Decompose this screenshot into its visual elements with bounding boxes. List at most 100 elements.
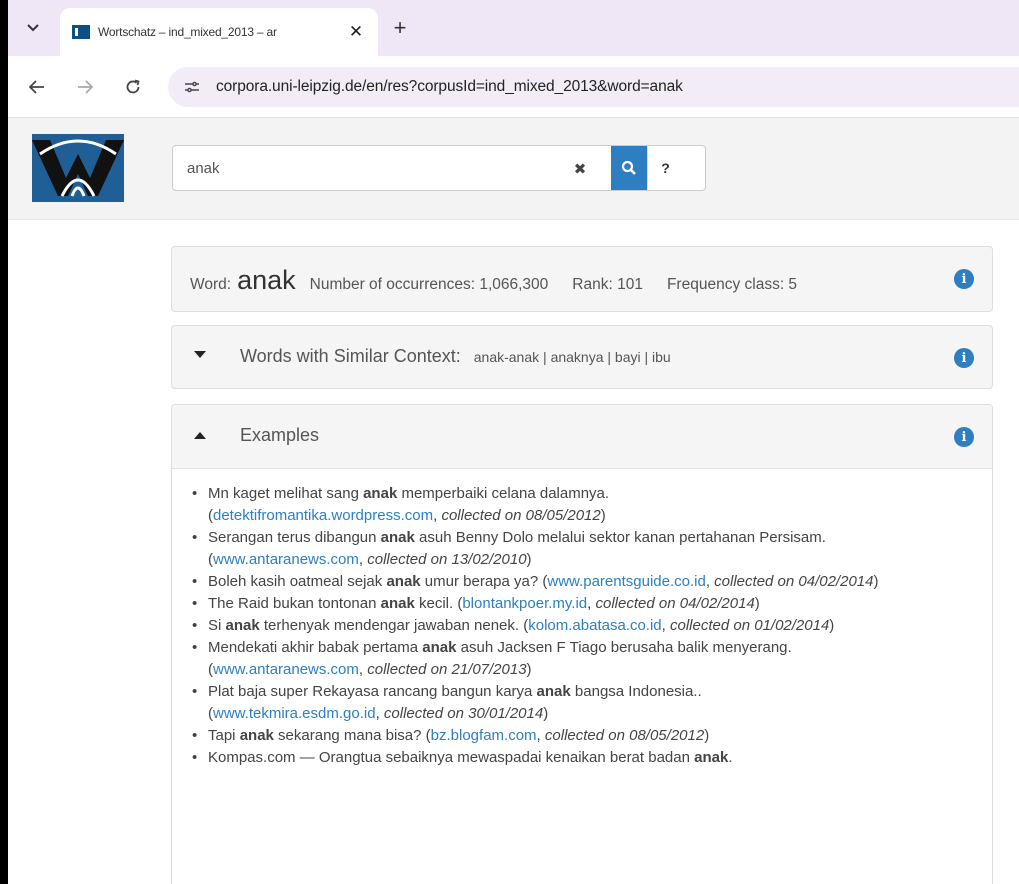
toolbar: corpora.uni-leipzig.de/en/res?corpusId=i…	[8, 56, 1019, 118]
highlighted-word: anak	[363, 485, 398, 502]
sentence-text: bangsa Indonesia..	[570, 683, 702, 700]
tab-title: Wortschatz – ind_mixed_2013 – ar	[98, 25, 277, 39]
similar-words-list: anak-anak | anaknya | bayi | ibu	[474, 349, 671, 365]
tab-close-icon[interactable]: ✕	[346, 22, 366, 42]
wortschatz-favicon-icon	[72, 25, 93, 39]
back-button[interactable]	[24, 74, 50, 100]
tab-search-button[interactable]	[18, 13, 48, 43]
sentence-text: Kompas.com — Orangtua sebaiknya mewaspad…	[208, 749, 695, 766]
collected-date: collected on 30/01/2014	[383, 705, 544, 722]
sentence-text: Si	[208, 617, 226, 634]
examples-panel: Examples i Mn kaget melihat sang anak me…	[171, 404, 993, 884]
sentence-text: kecil.	[414, 595, 454, 612]
highlighted-word: anak	[225, 617, 260, 634]
search-icon	[621, 160, 636, 175]
occurrences-count: Number of occurrences: 1,066,300	[309, 276, 549, 293]
address-bar[interactable]: corpora.uni-leipzig.de/en/res?corpusId=i…	[168, 67, 1019, 107]
sentence-text: asuh Benny Dolo melalui sektor kanan per…	[414, 529, 826, 546]
help-button[interactable]: ?	[647, 146, 683, 190]
info-icon[interactable]: i	[954, 348, 974, 368]
example-sentence: Plat baja super Rekayasa rancang bangun …	[190, 681, 974, 725]
sentence-text: Mendekati akhir babak pertama	[208, 639, 423, 656]
source-link[interactable]: www.tekmira.esdm.go.id	[213, 705, 376, 722]
active-tab[interactable]: Wortschatz – ind_mixed_2013 – ar ✕	[60, 8, 378, 56]
info-icon[interactable]: i	[954, 269, 974, 289]
collected-date: collected on 04/02/2014	[595, 595, 755, 612]
similar-context-label: Words with Similar Context:	[240, 346, 461, 366]
search-input[interactable]	[173, 146, 609, 190]
forward-button[interactable]	[72, 74, 98, 100]
collected-date: collected on 21/07/2013	[367, 661, 527, 678]
clear-search-icon[interactable]: ✖	[569, 158, 591, 180]
url-text: corpora.uni-leipzig.de/en/res?corpusId=i…	[216, 78, 683, 95]
example-sentence: Si anak terhenyak mendengar jawaban nene…	[190, 615, 974, 637]
rank-value: Rank: 101	[572, 276, 643, 293]
arrow-left-icon	[29, 80, 44, 94]
source-link[interactable]: www.antaranews.com	[213, 551, 359, 568]
source-link[interactable]: www.antaranews.com	[213, 661, 359, 678]
sentence-text: sekarang mana bisa?	[273, 727, 422, 744]
highlighted-word: anak	[380, 529, 415, 546]
info-icon[interactable]: i	[954, 427, 974, 447]
highlighted-word: anak	[536, 683, 571, 700]
sentence-text: Mn kaget melihat sang	[208, 485, 364, 502]
sentence-text: umur berapa ya?	[420, 573, 539, 590]
source-link[interactable]: bz.blogfam.com	[431, 727, 537, 744]
site-info-icon[interactable]	[180, 75, 204, 99]
reload-button[interactable]	[120, 74, 146, 100]
examples-list: Mn kaget melihat sang anak memperbaiki c…	[172, 469, 992, 769]
collected-date: collected on 04/02/2014	[714, 573, 874, 590]
tab-strip: Wortschatz – ind_mixed_2013 – ar ✕ +	[8, 0, 1019, 56]
similar-word-link[interactable]: ibu	[652, 349, 671, 365]
site-header: ✖ ?	[8, 118, 1019, 220]
example-sentence: Kompas.com — Orangtua sebaiknya mewaspad…	[190, 747, 974, 769]
sentence-text: Serangan terus dibangun	[208, 529, 381, 546]
word-heading: anak	[237, 265, 296, 295]
search-box: ✖ ?	[172, 145, 706, 191]
search-button[interactable]	[611, 146, 647, 190]
similar-word-link[interactable]: anaknya	[551, 349, 604, 365]
highlighted-word: anak	[694, 749, 729, 766]
sentence-text: Tapi	[208, 727, 240, 744]
sentence-text: The Raid bukan tontonan	[208, 595, 381, 612]
word-label: Word:	[190, 276, 232, 293]
wortschatz-logo[interactable]	[32, 134, 124, 202]
word-summary: Word: anak Number of occurrences: 1,066,…	[190, 265, 821, 296]
sentence-text: Boleh kasih oatmeal sejak	[208, 573, 387, 590]
sentence-text: terhenyak mendengar jawaban nenek.	[259, 617, 520, 634]
example-sentence: Tapi anak sekarang mana bisa? (bz.blogfa…	[190, 725, 974, 747]
sentence-text: asuh Jacksen F Tiago berusaha balik meny…	[456, 639, 792, 656]
collected-date: collected on 01/02/2014	[670, 617, 830, 634]
source-link[interactable]: blontankpoer.my.id	[462, 595, 587, 612]
separator: |	[539, 349, 551, 365]
collected-date: collected on 13/02/2010	[367, 551, 527, 568]
similar-word-link[interactable]: anak-anak	[474, 349, 539, 365]
example-sentence: Serangan terus dibangun anak asuh Benny …	[190, 527, 974, 571]
example-sentence: Mn kaget melihat sang anak memperbaiki c…	[190, 483, 974, 527]
chevron-down-icon	[27, 24, 39, 32]
highlighted-word: anak	[386, 573, 421, 590]
examples-title: Examples	[240, 425, 320, 445]
separator: |	[640, 349, 653, 365]
source-link[interactable]: www.parentsguide.co.id	[547, 573, 705, 590]
caret-up-icon[interactable]	[194, 431, 206, 443]
example-sentence: The Raid bukan tontonan anak kecil. (blo…	[190, 593, 974, 615]
source-link[interactable]: detektifromantika.wordpress.com	[213, 507, 433, 524]
source-link[interactable]: kolom.abatasa.co.id	[528, 617, 661, 634]
highlighted-word: anak	[380, 595, 415, 612]
examples-header[interactable]: Examples i	[172, 405, 992, 469]
browser-window: Wortschatz – ind_mixed_2013 – ar ✕ + cor…	[8, 0, 1019, 884]
similar-word-link[interactable]: bayi	[615, 349, 641, 365]
highlighted-word: anak	[422, 639, 457, 656]
similar-context-panel[interactable]: Words with Similar Context: anak-anak | …	[171, 325, 993, 389]
new-tab-button[interactable]: +	[386, 14, 414, 42]
sentence-text: Plat baja super Rekayasa rancang bangun …	[208, 683, 537, 700]
similar-context-title: Words with Similar Context: anak-anak | …	[240, 346, 671, 367]
highlighted-word: anak	[239, 727, 274, 744]
reload-icon	[126, 79, 140, 94]
word-info-panel: Word: anak Number of occurrences: 1,066,…	[171, 246, 993, 312]
caret-down-icon[interactable]	[194, 350, 206, 362]
collected-date: collected on 08/05/2012	[441, 507, 601, 524]
separator: |	[603, 349, 615, 365]
sentence-text: .	[728, 749, 733, 766]
